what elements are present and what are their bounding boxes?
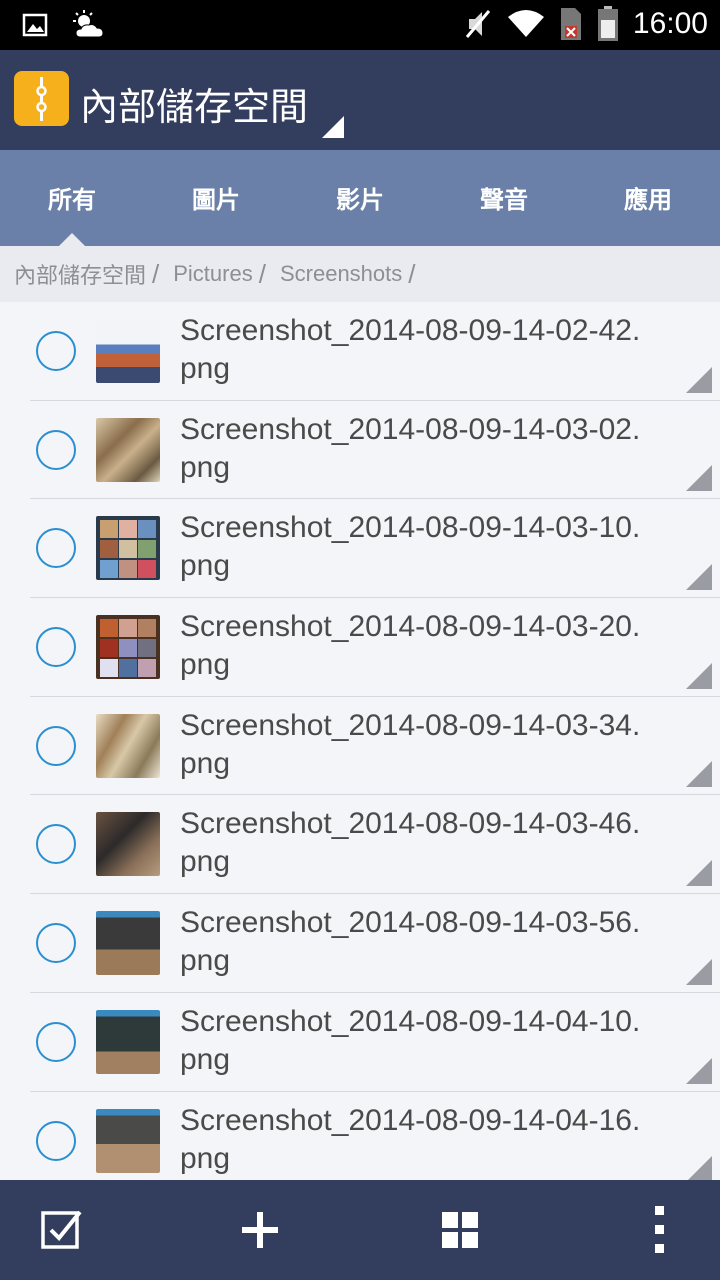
- more-options-icon[interactable]: [636, 1206, 684, 1254]
- breadcrumb-separator: /: [408, 258, 416, 289]
- file-list[interactable]: Screenshot_2014-08-09-14-02-42.png Scree…: [0, 302, 720, 1180]
- select-radio[interactable]: [36, 331, 76, 371]
- file-name: Screenshot_2014-08-09-14-04-10.png: [180, 1004, 641, 1076]
- app-bar: 內部儲存空間: [0, 50, 720, 150]
- file-thumbnail: [96, 713, 160, 778]
- no-sim-icon: [560, 8, 581, 40]
- breadcrumb: 內部儲存空間 / Pictures / Screenshots /: [0, 246, 720, 302]
- clock: 16:00: [632, 7, 708, 40]
- image-notification-icon: [22, 13, 48, 37]
- file-row[interactable]: Screenshot_2014-08-09-14-03-56.png: [0, 894, 720, 993]
- corner-indicator-icon: [686, 860, 712, 887]
- file-row[interactable]: Screenshot_2014-08-09-14-02-42.png: [0, 302, 720, 401]
- select-radio[interactable]: [36, 627, 76, 668]
- status-bar: 16:00: [0, 0, 720, 50]
- select-icon[interactable]: [38, 1206, 86, 1254]
- corner-indicator-icon: [686, 662, 712, 689]
- breadcrumb-separator: /: [152, 258, 160, 289]
- select-radio[interactable]: [36, 725, 76, 766]
- grid-view-icon[interactable]: [436, 1206, 484, 1254]
- select-radio[interactable]: [36, 429, 76, 470]
- tab-all[interactable]: 所有: [0, 150, 144, 246]
- add-icon[interactable]: [236, 1206, 284, 1254]
- file-row[interactable]: Screenshot_2014-08-09-14-04-16.png: [0, 1092, 720, 1180]
- file-thumbnail: [96, 615, 160, 680]
- file-row[interactable]: Screenshot_2014-08-09-14-03-02.png: [0, 401, 720, 500]
- corner-indicator-icon: [686, 1057, 712, 1084]
- select-radio[interactable]: [36, 923, 76, 964]
- tab-videos[interactable]: 影片: [288, 150, 432, 246]
- select-radio[interactable]: [36, 1120, 76, 1161]
- corner-indicator-icon: [686, 761, 712, 788]
- file-thumbnail: [96, 516, 160, 581]
- file-name: Screenshot_2014-08-09-14-03-20.png: [180, 610, 641, 682]
- breadcrumb-separator: /: [258, 258, 266, 289]
- file-row[interactable]: Screenshot_2014-08-09-14-03-20.png: [0, 598, 720, 697]
- select-radio[interactable]: [36, 1021, 76, 1062]
- mute-icon: [465, 10, 491, 38]
- file-thumbnail: [96, 911, 160, 976]
- tab-audio[interactable]: 聲音: [432, 150, 576, 246]
- file-thumbnail: [96, 417, 160, 482]
- file-name: Screenshot_2014-08-09-14-02-42.png: [180, 314, 641, 385]
- select-radio[interactable]: [36, 824, 76, 865]
- breadcrumb-internal-storage[interactable]: 內部儲存空間: [14, 258, 146, 290]
- bottom-action-bar: [0, 1180, 720, 1280]
- file-row[interactable]: Screenshot_2014-08-09-14-03-10.png: [0, 499, 720, 599]
- weather-partly-cloudy-icon: [73, 10, 104, 38]
- wifi-icon: [507, 10, 544, 37]
- file-name: Screenshot_2014-08-09-14-03-10.png: [180, 511, 641, 583]
- file-name: Screenshot_2014-08-09-14-03-34.png: [180, 708, 641, 780]
- file-thumbnail: [96, 1108, 160, 1173]
- file-name: Screenshot_2014-08-09-14-04-16.png: [180, 1103, 641, 1175]
- corner-indicator-icon: [686, 564, 712, 591]
- location-dropdown-icon[interactable]: [322, 116, 344, 138]
- file-row[interactable]: Screenshot_2014-08-09-14-03-46.png: [0, 795, 720, 895]
- tab-apps[interactable]: 應用: [576, 150, 720, 246]
- file-thumbnail: [96, 812, 160, 877]
- breadcrumb-pictures[interactable]: Pictures: [173, 261, 252, 287]
- category-tabs: 所有 圖片 影片 聲音 應用: [0, 150, 720, 246]
- corner-indicator-icon: [686, 465, 712, 492]
- file-thumbnail: [96, 319, 160, 383]
- file-row[interactable]: Screenshot_2014-08-09-14-04-10.png: [0, 993, 720, 1092]
- file-name: Screenshot_2014-08-09-14-03-56.png: [180, 906, 641, 978]
- breadcrumb-screenshots[interactable]: Screenshots: [280, 261, 402, 287]
- location-title[interactable]: 內部儲存空間: [80, 76, 308, 131]
- file-row[interactable]: Screenshot_2014-08-09-14-03-34.png: [0, 697, 720, 796]
- corner-indicator-icon: [686, 958, 712, 985]
- corner-indicator-icon: [686, 1156, 712, 1180]
- file-thumbnail: [96, 1009, 160, 1074]
- file-name: Screenshot_2014-08-09-14-03-46.png: [180, 807, 641, 879]
- tab-images[interactable]: 圖片: [144, 150, 288, 246]
- file-name: Screenshot_2014-08-09-14-03-02.png: [180, 412, 641, 484]
- select-radio[interactable]: [36, 528, 76, 569]
- file-manager-zipper-icon[interactable]: [14, 71, 69, 126]
- corner-indicator-icon: [686, 366, 712, 393]
- battery-icon: [597, 6, 618, 41]
